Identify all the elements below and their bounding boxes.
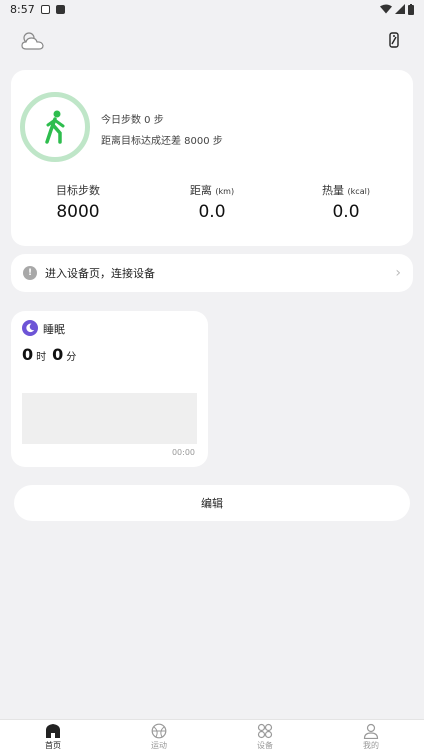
today-steps-text: 今日步数 0 步 bbox=[101, 115, 164, 126]
sleep-card[interactable]: 睡眠 0 时 0 分 00:00 bbox=[11, 311, 208, 467]
edit-button[interactable]: 编辑 bbox=[14, 485, 410, 521]
weather-icon[interactable] bbox=[18, 26, 48, 56]
tab-label: 运动 bbox=[151, 741, 167, 750]
notification-icon bbox=[40, 4, 50, 14]
watch-sync-icon[interactable] bbox=[379, 25, 409, 55]
connect-device-text: 进入设备页，连接设备 bbox=[45, 267, 155, 280]
home-icon bbox=[46, 724, 60, 738]
moon-icon bbox=[22, 320, 38, 336]
stat-value: 0.0 bbox=[198, 202, 226, 222]
signal-icon bbox=[395, 4, 405, 14]
sleep-time-label: 00:00 bbox=[171, 448, 195, 457]
sleep-minutes-unit: 分 bbox=[66, 352, 77, 363]
activity-summary-card[interactable]: 今日步数 0 步 距离目标达成还差 8000 步 目标步数 8000 距离 (k… bbox=[11, 70, 413, 246]
stat-label: 目标步数 bbox=[56, 184, 100, 197]
sleep-hours-unit: 时 bbox=[36, 352, 47, 363]
walking-person-icon bbox=[45, 110, 65, 144]
sport-icon bbox=[151, 723, 167, 739]
stat-value: 8000 bbox=[56, 202, 100, 222]
wifi-icon bbox=[380, 4, 392, 14]
goal-remaining-text: 距离目标达成还差 8000 步 bbox=[101, 136, 223, 147]
sleep-hours: 0 bbox=[22, 345, 34, 364]
sleep-minutes: 0 bbox=[52, 345, 64, 364]
info-icon: ! bbox=[23, 266, 37, 280]
stat-calories: 热量 (kcal) 0.0 bbox=[286, 182, 406, 222]
status-bar: 8:57 bbox=[0, 0, 424, 18]
connect-device-banner[interactable]: ! 进入设备页，连接设备 › bbox=[11, 254, 413, 292]
stat-distance: 距离 (km) 0.0 bbox=[152, 182, 272, 222]
tab-device[interactable]: 设备 bbox=[212, 720, 318, 755]
sleep-chart-area bbox=[22, 393, 197, 444]
stat-goal-steps: 目标步数 8000 bbox=[18, 182, 138, 222]
stat-label: 距离 (km) bbox=[189, 184, 235, 197]
tab-label: 首页 bbox=[45, 741, 61, 750]
sleep-duration: 0 时 0 分 bbox=[22, 345, 82, 364]
tab-profile[interactable]: 我的 bbox=[318, 720, 424, 755]
chevron-right-icon: › bbox=[395, 265, 401, 281]
device-icon bbox=[257, 723, 273, 739]
stat-value: 0.0 bbox=[332, 202, 360, 222]
tab-home[interactable]: 首页 bbox=[0, 720, 106, 755]
status-time: 8:57 bbox=[10, 2, 35, 16]
sleep-title: 睡眠 bbox=[43, 323, 65, 336]
tab-label: 我的 bbox=[363, 741, 379, 750]
bottom-tab-bar: 首页 运动 设备 我的 bbox=[0, 719, 424, 755]
app-notification-icon bbox=[55, 4, 65, 14]
tab-sport[interactable]: 运动 bbox=[106, 720, 212, 755]
profile-icon bbox=[363, 723, 379, 739]
stat-label: 热量 (kcal) bbox=[322, 184, 370, 197]
tab-label: 设备 bbox=[257, 741, 273, 750]
battery-icon bbox=[408, 3, 414, 15]
steps-progress-ring bbox=[20, 92, 90, 162]
